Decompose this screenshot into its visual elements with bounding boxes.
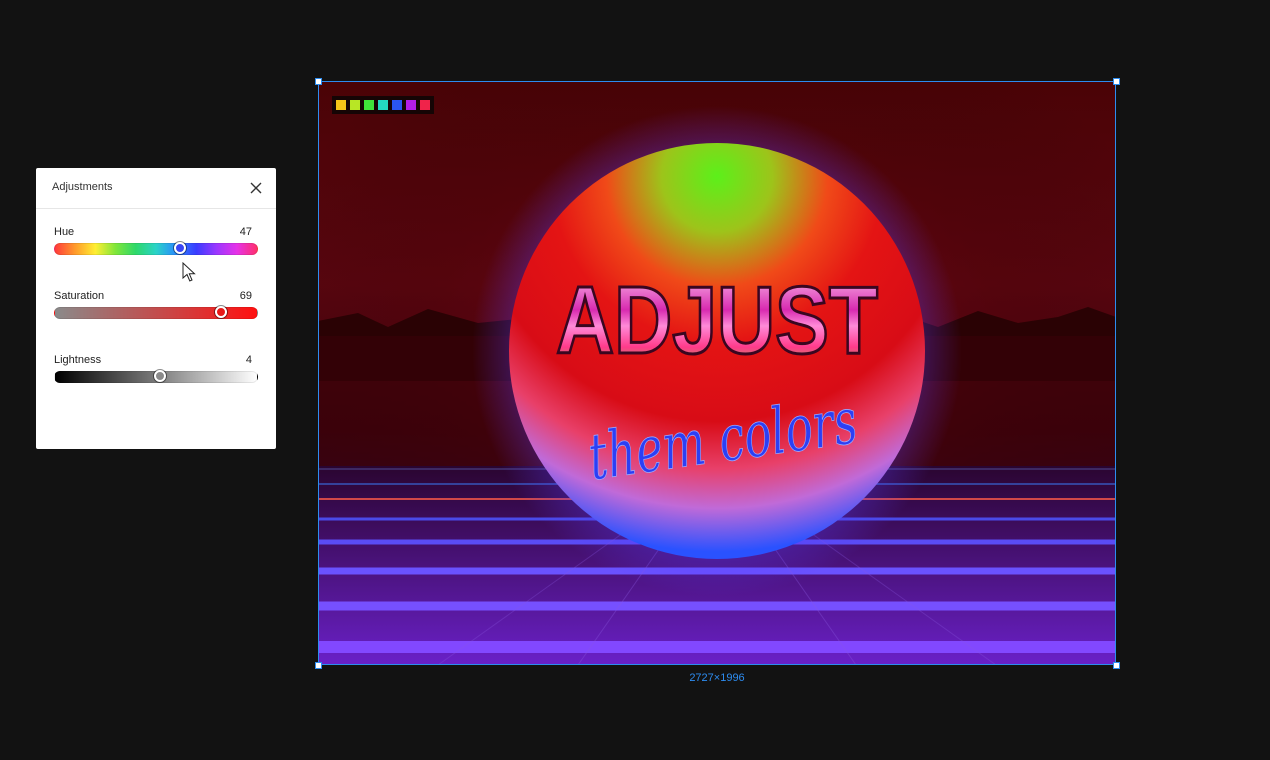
close-icon[interactable]	[248, 180, 264, 196]
hue-label: Hue	[54, 226, 75, 238]
palette-swatch	[336, 100, 346, 110]
palette-swatch	[420, 100, 430, 110]
palette-swatch	[364, 100, 374, 110]
image-canvas[interactable]: ADJUST them colors	[318, 81, 1116, 665]
lightness-value: 4	[245, 354, 252, 366]
resize-handle-top-left[interactable]	[315, 78, 322, 85]
palette-swatch	[350, 100, 360, 110]
palette-swatch	[392, 100, 402, 110]
lightness-slider-thumb[interactable]	[154, 370, 167, 382]
saturation-slider-thumb[interactable]	[214, 306, 227, 318]
resize-handle-bottom-left[interactable]	[315, 662, 322, 669]
adjustments-panel: Adjustments Hue 47 Saturation 69 Lightne…	[36, 168, 276, 449]
image-dimensions: 2727×1996	[689, 672, 745, 684]
hue-slider-thumb[interactable]	[174, 242, 187, 254]
mouse-cursor-icon	[182, 262, 196, 282]
lightness-slider[interactable]	[54, 370, 258, 383]
hue-slider[interactable]	[54, 242, 258, 255]
synthwave-artwork: ADJUST them colors	[318, 81, 1116, 665]
saturation-value: 69	[239, 290, 252, 302]
panel-header: Adjustments	[36, 168, 276, 209]
resize-handle-bottom-right[interactable]	[1113, 662, 1120, 669]
palette-swatch	[378, 100, 388, 110]
palette-swatch	[406, 100, 416, 110]
headline-text: ADJUST	[556, 267, 878, 374]
panel-title: Adjustments	[52, 181, 113, 193]
hue-value: 47	[239, 226, 252, 238]
lightness-label: Lightness	[54, 354, 102, 366]
saturation-slider[interactable]	[54, 306, 258, 319]
color-palette	[332, 96, 434, 114]
saturation-label: Saturation	[54, 290, 105, 302]
resize-handle-top-right[interactable]	[1113, 78, 1120, 85]
